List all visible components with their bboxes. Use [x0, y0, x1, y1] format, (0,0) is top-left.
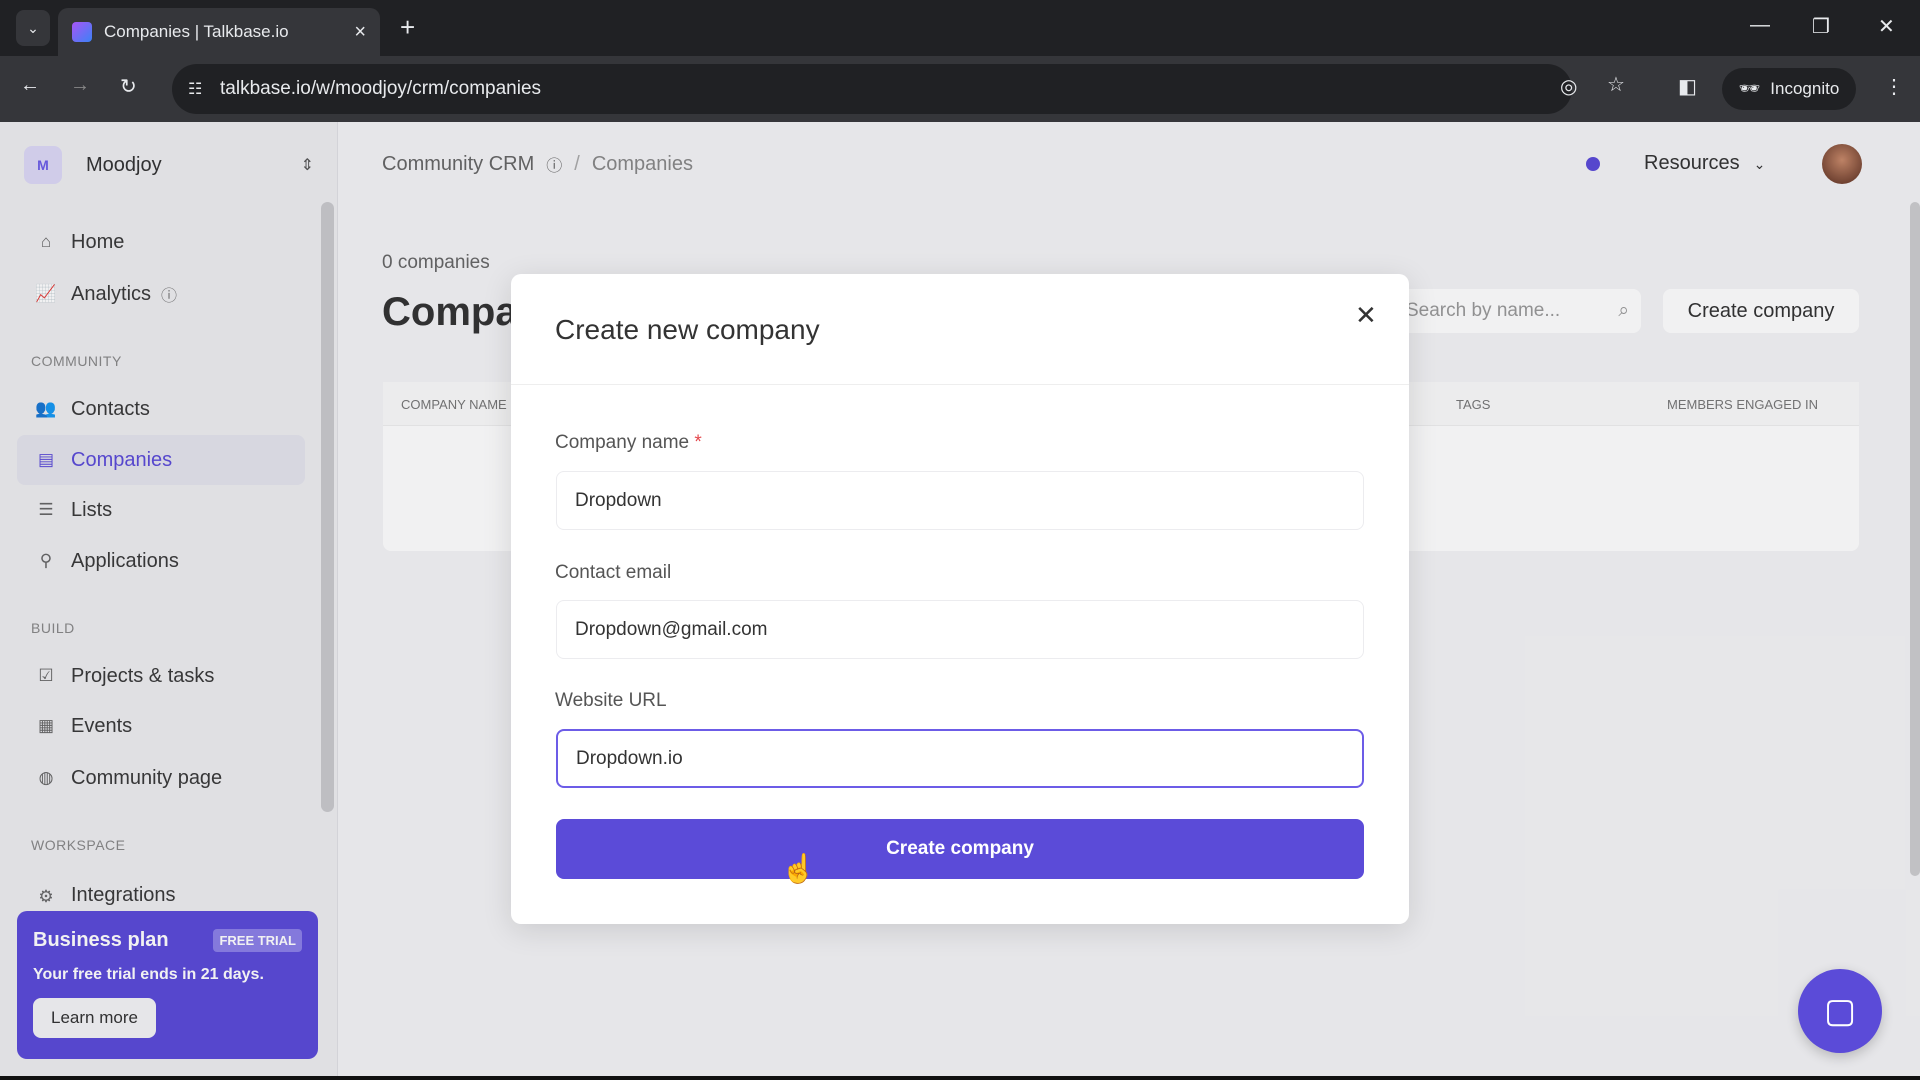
url-bar[interactable]: ☷ talkbase.io/w/moodjoy/crm/companies	[172, 64, 1572, 114]
contact-email-label: Contact email	[555, 562, 672, 583]
minimize-button[interactable]: —	[1750, 14, 1770, 37]
website-url-input[interactable]: Dropdown.io	[556, 729, 1364, 788]
company-name-input[interactable]: Dropdown	[556, 471, 1364, 530]
forward-button[interactable]: →	[70, 74, 90, 97]
chat-widget-button[interactable]: ▢	[1798, 969, 1882, 1053]
company-name-label: Company name *	[555, 432, 702, 454]
contact-email-input[interactable]: Dropdown@gmail.com	[556, 600, 1364, 659]
incognito-label: Incognito	[1770, 79, 1840, 98]
reload-button[interactable]: ↻	[120, 74, 137, 99]
close-window-button[interactable]: ✕	[1878, 14, 1895, 39]
create-company-submit-button[interactable]: Create company	[556, 819, 1364, 879]
site-settings-icon[interactable]: ☷	[188, 79, 202, 99]
address-bar-row: ← → ↻ ☷ talkbase.io/w/moodjoy/crm/compani…	[0, 56, 1920, 122]
bookmark-star-icon[interactable]: ☆	[1607, 72, 1625, 97]
close-modal-icon[interactable]: ✕	[1355, 300, 1377, 331]
new-tab-button[interactable]: +	[400, 12, 415, 43]
restore-button[interactable]: ❐	[1812, 14, 1830, 39]
tab-search-button[interactable]: ⌄	[16, 10, 50, 46]
required-mark: *	[694, 432, 702, 453]
back-button[interactable]: ←	[20, 74, 40, 97]
cursor-hand-icon: ☝	[781, 853, 816, 884]
modal-title: Create new company	[555, 314, 820, 345]
chat-icon: ▢	[1823, 992, 1857, 1030]
url-text: talkbase.io/w/moodjoy/crm/companies	[220, 78, 542, 99]
browser-tab[interactable]: Companies | Talkbase.io ×	[58, 8, 380, 56]
page-scrollbar[interactable]	[1910, 202, 1920, 876]
tab-title: Companies | Talkbase.io	[104, 22, 289, 41]
website-url-label: Website URL	[555, 690, 667, 711]
divider	[511, 384, 1409, 385]
incognito-badge[interactable]: 🕶 Incognito	[1722, 68, 1856, 110]
browser-tab-bar: ⌄ Companies | Talkbase.io × + — ❐ ✕	[0, 0, 1920, 56]
talkbase-favicon-icon	[72, 22, 92, 42]
incognito-icon: 🕶	[1738, 79, 1761, 98]
create-company-modal: Create new company ✕ Company name * Drop…	[511, 274, 1409, 924]
eye-off-icon[interactable]: ◎	[1560, 74, 1577, 99]
browser-menu-icon[interactable]: ⋮	[1884, 74, 1904, 99]
side-panel-icon[interactable]: ◧	[1678, 74, 1697, 99]
label-text: Company name	[555, 432, 690, 453]
bottom-edge	[0, 1076, 1920, 1080]
close-tab-icon[interactable]: ×	[354, 21, 366, 44]
